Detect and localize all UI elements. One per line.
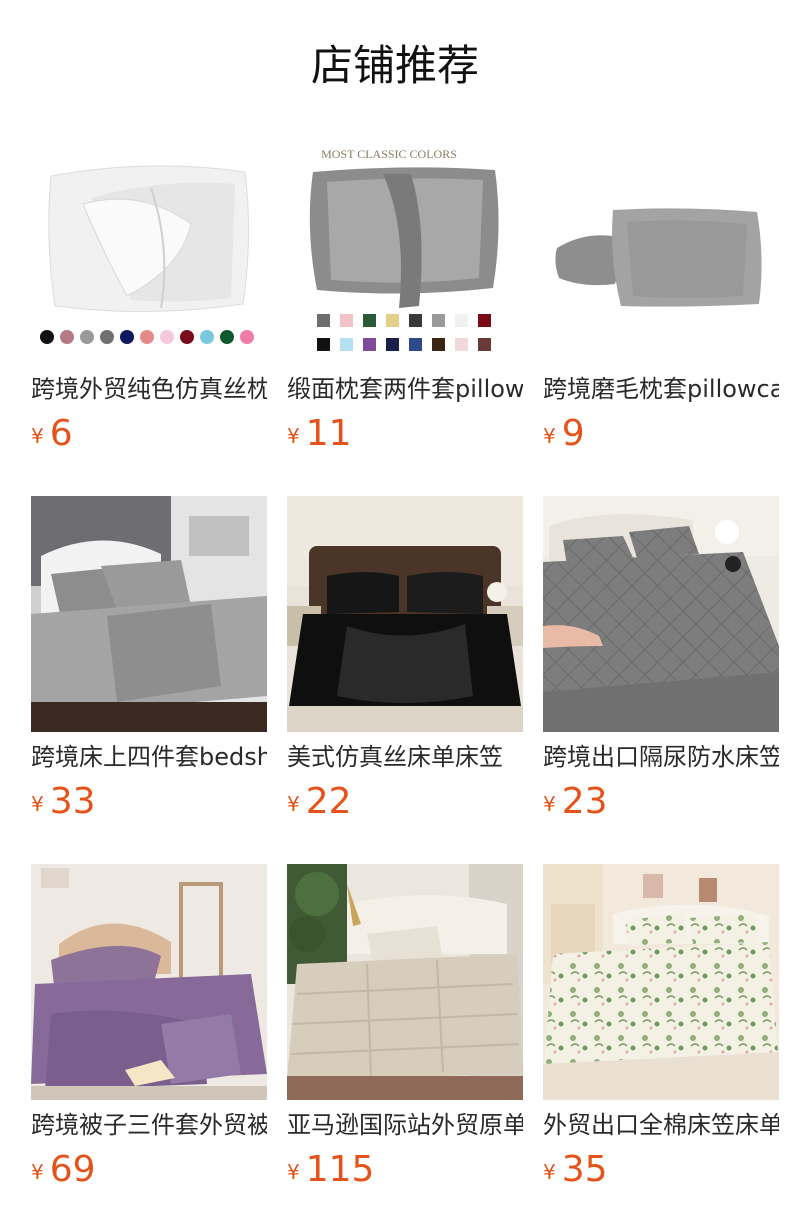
product-image[interactable] [287,864,523,1100]
product-price: ¥23 [543,780,779,824]
product-name[interactable]: 美式仿真丝床单床笠 [287,740,523,774]
currency-symbol: ¥ [543,792,556,816]
product-price: ¥22 [287,780,523,824]
product-price: ¥11 [287,412,523,456]
product-name[interactable]: 跨境床上四件套bedsheet [31,740,267,774]
product-card[interactable]: 跨境出口隔尿防水床笠 ¥23 [543,496,779,824]
price-value: 6 [49,413,73,454]
product-image[interactable] [31,864,267,1100]
product-name[interactable]: 跨境出口隔尿防水床笠 [543,740,779,774]
product-card[interactable]: 外贸出口全棉床笠床单 ¥35 [543,864,779,1192]
currency-symbol: ¥ [287,792,300,816]
product-name[interactable]: 跨境磨毛枕套pillowcase [543,372,779,406]
price-value: 69 [49,1149,96,1190]
product-image[interactable]: MOST CLASSIC COLORS [287,128,523,364]
product-price: ¥33 [31,780,267,824]
product-image[interactable] [543,864,779,1100]
product-image[interactable] [287,496,523,732]
product-card[interactable]: 跨境外贸纯色仿真丝枕套 ¥6 [31,128,267,456]
product-price: ¥9 [543,412,779,456]
currency-symbol: ¥ [31,424,44,448]
price-value: 11 [305,413,352,454]
price-value: 22 [305,781,352,822]
price-value: 115 [305,1149,375,1190]
product-price: ¥35 [543,1148,779,1192]
product-price: ¥69 [31,1148,267,1192]
product-name[interactable]: 外贸出口全棉床笠床单 [543,1108,779,1142]
product-name[interactable]: 缎面枕套两件套pillowcase [287,372,523,406]
product-price: ¥6 [31,412,267,456]
product-name[interactable]: 跨境被子三件套外贸被 [31,1108,267,1142]
price-value: 23 [561,781,608,822]
product-price: ¥115 [287,1148,523,1192]
product-card[interactable]: 亚马逊国际站外贸原单被 ¥115 [287,864,523,1192]
currency-symbol: ¥ [543,1160,556,1184]
product-name[interactable]: 跨境外贸纯色仿真丝枕套 [31,372,267,406]
product-image[interactable] [31,128,267,364]
currency-symbol: ¥ [287,424,300,448]
product-card[interactable]: 跨境床上四件套bedsheet ¥33 [31,496,267,824]
price-value: 9 [561,413,585,454]
product-card[interactable]: MOST CLASSIC COLORS 缎面枕套两件套pillow ¥ 11 [287,128,523,456]
price-value: 35 [561,1149,608,1190]
product-card[interactable]: 跨境磨毛枕套pillowcase ¥9 [543,128,779,456]
product-name[interactable]: 亚马逊国际站外贸原单被 [287,1108,523,1142]
product-card[interactable]: 美式仿真丝床单床笠 ¥22 [287,496,523,824]
image-caption-text: MOST CLASSIC COLORS [321,147,457,161]
page-title: 店铺推荐 [310,41,479,90]
product-card[interactable]: 跨境被子三件套外贸被 ¥69 [31,864,267,1192]
price-value: 33 [49,781,96,822]
currency-symbol: ¥ [31,792,44,816]
product-image[interactable] [543,496,779,732]
currency-symbol: ¥ [543,424,556,448]
product-image[interactable] [31,496,267,732]
currency-symbol: ¥ [31,1160,44,1184]
currency-symbol: ¥ [287,1160,300,1184]
product-image[interactable] [543,128,779,364]
